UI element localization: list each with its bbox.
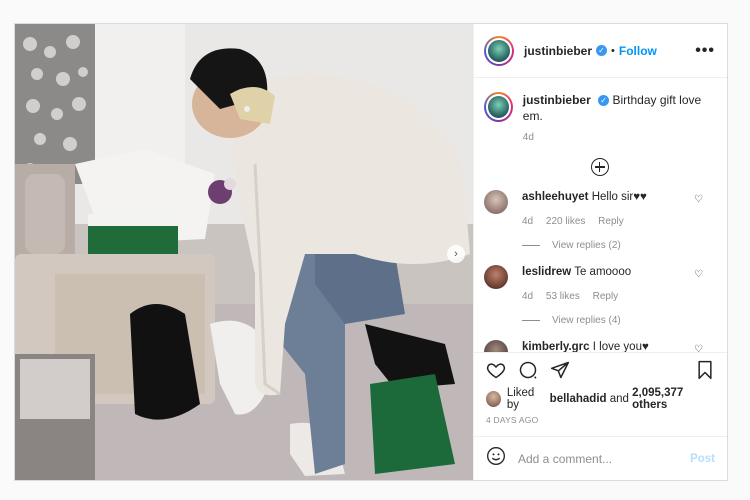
author-avatar[interactable] <box>484 35 514 66</box>
comment-text: Hello sir♥♥ <box>591 191 647 203</box>
post-caption: justinbieber ✓ Birthday gift love em. 4d <box>484 92 715 146</box>
replies-line <box>522 245 540 246</box>
heart-icon[interactable]: ♡ <box>694 344 703 352</box>
add-comment-bar: Post <box>474 436 727 480</box>
caption-avatar[interactable] <box>484 92 513 122</box>
comments-list[interactable]: justinbieber ✓ Birthday gift love em. 4d… <box>474 78 727 352</box>
post-side-panel: justinbieber ✓ • Follow ••• justinbieber… <box>473 24 727 480</box>
comment-meta: 4d 220 likes Reply <box>522 214 715 229</box>
verified-badge-icon: ✓ <box>598 95 610 106</box>
comment-input[interactable] <box>518 451 691 466</box>
post-header: justinbieber ✓ • Follow ••• <box>474 24 727 78</box>
comment-time: 4d <box>522 216 534 227</box>
post-photo-image <box>15 24 473 480</box>
post-comment-button[interactable]: Post <box>690 453 715 465</box>
liker-username[interactable]: bellahadid <box>550 393 607 405</box>
comment-likes[interactable]: 53 likes <box>546 291 580 302</box>
comment-username[interactable]: leslidrew <box>522 266 571 278</box>
share-icon[interactable] <box>550 360 570 385</box>
next-photo-button[interactable]: › <box>447 245 465 263</box>
replies-line <box>522 320 540 321</box>
verified-badge-icon: ✓ <box>596 45 608 56</box>
reply-button[interactable]: Reply <box>593 291 619 302</box>
liker-avatar[interactable] <box>486 391 501 407</box>
comment-text: Te amoooo <box>574 266 632 278</box>
heart-icon[interactable] <box>486 360 506 385</box>
comment-icon[interactable] <box>518 360 538 385</box>
author-username[interactable]: justinbieber <box>524 44 592 58</box>
caption-text-block: justinbieber ✓ Birthday gift love em. 4d <box>523 92 715 146</box>
view-replies-button[interactable]: View replies (4) <box>522 315 715 326</box>
post-date: 4 DAYS AGO <box>486 415 539 425</box>
view-replies-label: View replies (4) <box>552 315 621 326</box>
post-modal: › justinbieber ✓ • Follow ••• justinbieb… <box>14 23 728 481</box>
reply-button[interactable]: Reply <box>598 216 624 227</box>
view-replies-label: View replies (2) <box>552 240 621 251</box>
follow-button[interactable]: Follow <box>619 44 657 58</box>
chevron-right-icon: › <box>454 248 458 260</box>
likes-and: and <box>609 393 629 405</box>
likes-summary: Liked by bellahadid and 2,095,377 others <box>474 387 727 411</box>
comment-avatar[interactable] <box>484 340 508 352</box>
comment-avatar[interactable] <box>484 190 508 214</box>
comment-item: leslidrew Te amoooo 4d 53 likes Reply ♡ <box>484 265 715 304</box>
emoji-icon[interactable] <box>486 446 506 471</box>
comment-item: ashleehuyet Hello sir♥♥ 4d 220 likes Rep… <box>484 190 715 229</box>
bookmark-icon[interactable] <box>695 360 715 385</box>
caption-time: 4d <box>522 132 534 143</box>
action-bar <box>474 352 727 392</box>
view-replies-button[interactable]: View replies (2) <box>522 240 715 251</box>
heart-icon[interactable]: ♡ <box>694 269 703 280</box>
plus-circle-icon[interactable] <box>590 158 609 176</box>
comment-item: kimberly.grc I love you♥ ♡ <box>484 340 715 352</box>
comment-text: I love you♥ <box>592 341 649 352</box>
caption-username[interactable]: justinbieber <box>523 93 591 107</box>
comment-meta: 4d 53 likes Reply <box>522 289 715 304</box>
separator-dot: • <box>611 44 615 57</box>
comment-time: 4d <box>522 291 534 302</box>
comment-username[interactable]: ashleehuyet <box>522 191 588 203</box>
post-photo[interactable]: › <box>15 24 473 480</box>
heart-icon[interactable]: ♡ <box>694 194 703 205</box>
more-options-icon[interactable]: ••• <box>695 42 715 60</box>
comment-avatar[interactable] <box>484 265 508 289</box>
comment-likes[interactable]: 220 likes <box>546 216 585 227</box>
comment-username[interactable]: kimberly.grc <box>522 341 590 352</box>
